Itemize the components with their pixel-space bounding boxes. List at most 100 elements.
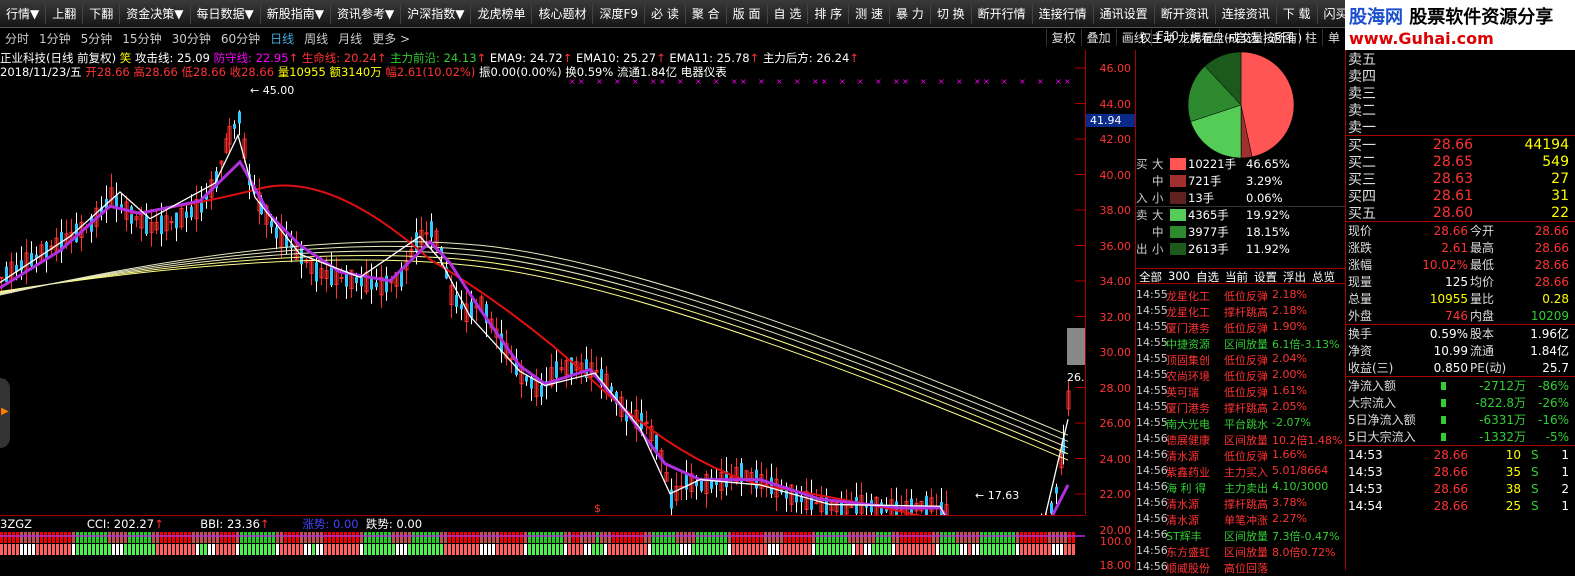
alert-row[interactable]: 14:56德展健康区间放量10.2倍1.48% (1136, 432, 1346, 448)
alert-row[interactable]: 14:55英可瑞低位反弹1.61% (1136, 384, 1346, 400)
menu-item[interactable]: 下翻 (83, 4, 120, 24)
menu-item[interactable]: 必 读 (645, 4, 686, 24)
sub-bar (1064, 532, 1067, 543)
period-tab[interactable]: 30分钟 (167, 30, 216, 47)
alert-row[interactable]: 14:55龙星化工低位反弹2.18% (1136, 288, 1346, 304)
period-tab[interactable]: 周线 (299, 30, 333, 47)
alert-tab[interactable]: 300 (1165, 269, 1193, 283)
quote-row: 换手0.59%股本1.96亿 (1346, 325, 1575, 342)
candle-body (385, 276, 388, 293)
period-tab[interactable]: 更多 > (367, 30, 415, 47)
sub-bar (960, 532, 963, 543)
period-tab[interactable]: 1分钟 (34, 30, 76, 47)
menu-item[interactable]: 版 面 (727, 4, 768, 24)
fund-row: 5日净流入额-6331万-16% (1346, 411, 1575, 428)
alert-tab[interactable]: 总览 (1309, 269, 1338, 283)
sub-bar (116, 544, 119, 555)
alert-row[interactable]: 14:55龙星化工撑杆跳高2.18% (1136, 304, 1346, 320)
alert-row[interactable]: 14:56海 利 得主力卖出4.10/3000 (1136, 480, 1346, 496)
menu-item[interactable]: 深度F9 (593, 4, 645, 24)
candle-body (130, 207, 133, 224)
chart-tool-button[interactable]: 复权 (1046, 29, 1081, 46)
sub-bar (580, 532, 583, 543)
menu-item[interactable]: 资金决策▼ (120, 4, 190, 24)
alert-row[interactable]: 14:56紫鑫药业主力买入5.01/8664 (1136, 464, 1346, 480)
alert-row[interactable]: 14:55农尚环境低位反弹2.00% (1136, 368, 1346, 384)
alert-row[interactable]: 14:55顶固集创低位反弹2.04% (1136, 352, 1346, 368)
period-tab[interactable]: 月线 (333, 30, 367, 47)
chart-tool-button[interactable]: 叠加 (1081, 29, 1116, 46)
menu-item[interactable]: 连接资讯 (1216, 4, 1277, 24)
sub-bar (760, 544, 763, 555)
menu-item[interactable]: 连接行情 (1033, 4, 1094, 24)
menu-item[interactable]: 每日数据▼ (191, 4, 261, 24)
menu-item[interactable]: 资讯参考▼ (331, 4, 401, 24)
menu-item[interactable]: 聚 合 (686, 4, 727, 24)
low-price-label: ← 17.63 (975, 489, 1019, 502)
menu-item[interactable]: 排 序 (808, 4, 849, 24)
sell-level: 卖三 (1346, 84, 1575, 101)
period-tab[interactable]: 分时 (0, 30, 34, 47)
menu-item[interactable]: 断开资讯 (1155, 4, 1216, 24)
candle-body (315, 262, 318, 281)
menu-item[interactable]: 龙虎榜单 (471, 4, 532, 24)
menu-item[interactable]: 沪深指数▼ (401, 4, 471, 24)
alert-row[interactable]: 14:56ST辉丰区间放量7.3倍-0.47% (1136, 528, 1346, 544)
alert-row[interactable]: 14:56清水源撑杆跳高3.78% (1136, 496, 1346, 512)
alert-event: 撑杆跳高 (1224, 304, 1272, 320)
period-tab[interactable]: 日线 (265, 30, 299, 47)
period-tab[interactable]: 15分钟 (117, 30, 166, 47)
sub-bar (796, 544, 799, 555)
sub-bar (436, 532, 439, 543)
alert-row[interactable]: 14:55中捷资源区间放量6.1倍-3.13% (1136, 336, 1346, 352)
alert-row[interactable]: 14:55南大光电平台跳水-2.07% (1136, 416, 1346, 432)
menu-item[interactable]: 核心题材 (532, 4, 593, 24)
alert-tab[interactable]: 自选 (1193, 269, 1222, 283)
sub-bar (904, 544, 907, 555)
sub-indicator-chart[interactable] (0, 530, 1085, 557)
chart-tool-button[interactable]: 单 (1322, 29, 1345, 46)
sub-bar (732, 532, 735, 543)
fund-label: 5日净流入额 (1346, 411, 1386, 428)
alert-row[interactable]: 14:56清水源低位反弹1.66% (1136, 448, 1346, 464)
alert-row[interactable]: 14:55厦门港务低位反弹1.90% (1136, 320, 1346, 336)
menu-item[interactable]: 行情▼ (0, 4, 46, 24)
signal-markers: ×××××××××××××××××××××××××××××××× (569, 77, 1071, 86)
menu-item[interactable]: 新股指南▼ (261, 4, 331, 24)
kline-chart[interactable]: ××××××××××××××××××××××××××××××××← 45.00←… (0, 50, 1085, 515)
sub-bar (124, 544, 127, 555)
alert-tab[interactable]: 当前 (1222, 269, 1251, 283)
menu-item[interactable]: 自 选 (768, 4, 809, 24)
quote-label: 涨幅 (1346, 256, 1386, 273)
ema-band-line (0, 260, 1068, 460)
period-tab[interactable]: 60分钟 (216, 30, 265, 47)
alert-row[interactable]: 14:56顺威股份高位回落 (1136, 560, 1346, 576)
menu-item[interactable]: 闪买卖 (1318, 4, 1345, 24)
sell-level: 卖四 (1346, 67, 1575, 84)
candle-body (370, 277, 373, 289)
menu-item[interactable]: 上翻 (46, 4, 83, 24)
menu-item[interactable]: 暴 力 (890, 4, 931, 24)
sub-bar (16, 532, 19, 543)
sub-bar (272, 532, 275, 543)
alert-row[interactable]: 14:56东方盛虹区间放量8.0倍0.72% (1136, 544, 1346, 560)
menu-item[interactable]: 下 载 (1277, 4, 1318, 24)
sub-bar (1028, 544, 1031, 555)
menu-item[interactable]: 通讯设置 (1094, 4, 1155, 24)
period-tab[interactable]: 5分钟 (76, 30, 118, 47)
alert-row[interactable]: 14:55厦门港务撑杆跳高2.05% (1136, 400, 1346, 416)
sub-bar (252, 544, 255, 555)
alert-tab[interactable]: 浮出 (1280, 269, 1309, 283)
menu-item[interactable]: 断开行情 (972, 4, 1033, 24)
collapse-handle[interactable]: ▶ (0, 378, 10, 448)
alert-tab[interactable]: 设置 (1251, 269, 1280, 283)
chart-tool-button[interactable]: 柱 (1299, 29, 1322, 46)
sub-bar (4, 532, 7, 543)
menu-item[interactable]: 测 速 (849, 4, 890, 24)
sub-bar (432, 532, 435, 543)
alert-stock: 清水源 (1166, 496, 1224, 512)
menu-item[interactable]: 切 换 (931, 4, 972, 24)
flow-size: 小 (1152, 241, 1170, 257)
alert-row[interactable]: 14:56清水源单笔冲涨2.27% (1136, 512, 1346, 528)
alert-tab[interactable]: 全部 (1136, 269, 1165, 283)
